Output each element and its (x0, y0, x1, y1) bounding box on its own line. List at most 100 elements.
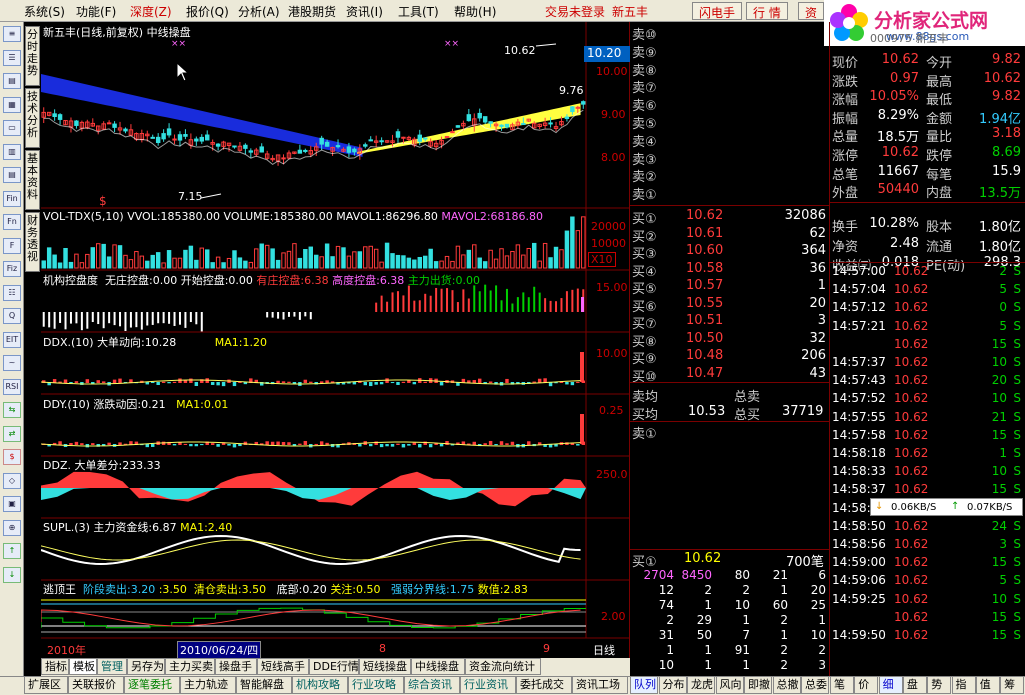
order-tab[interactable]: 分布 (658, 676, 687, 694)
detail-tab[interactable]: 价 (854, 676, 879, 694)
sell-order-row[interactable]: 卖⑩ (632, 24, 657, 43)
sell-order-row[interactable]: 卖⑧ (632, 60, 657, 79)
function-tab[interactable]: 主力轨迹 (180, 676, 236, 694)
volume-bar (423, 255, 428, 269)
order-tab[interactable]: 队列 (630, 676, 658, 694)
menu-info[interactable]: 资讯(I) (346, 3, 383, 20)
detail-tab[interactable]: 势 (927, 676, 952, 694)
function-tab[interactable]: 行业资讯 (460, 676, 516, 694)
toolbar-tool-icon[interactable]: Q (3, 308, 21, 324)
indicator-tab[interactable]: DDE行情 (309, 658, 359, 675)
stock-code-label: 000975 新五丰 (870, 32, 949, 45)
chart-area[interactable]: 新五丰(日线,前复权) 中线操盘 ×× ×× 10.62 7.15 9.76 $… (41, 22, 630, 659)
order-tab[interactable]: 即撤 (744, 676, 772, 694)
toolbar-tool-icon[interactable]: ⇄ (3, 425, 21, 442)
toolbar-tool-icon[interactable]: ▭ (3, 120, 21, 136)
detail-tab[interactable]: 指 (951, 676, 976, 694)
function-tab[interactable]: 扩展区 (24, 676, 68, 694)
indicator-tab[interactable]: 模板 (69, 658, 97, 675)
order-tab[interactable]: 风向 (715, 676, 744, 694)
menu-function[interactable]: 功能(F) (76, 3, 116, 20)
function-tab[interactable]: 资讯工场 (572, 676, 628, 694)
menu-quote[interactable]: 报价(Q) (186, 3, 229, 20)
ddx-bar (281, 381, 286, 383)
toolbar-tool-icon[interactable]: F (3, 237, 21, 254)
toolbar-tool-icon[interactable]: Fin (3, 190, 21, 207)
menu-depth[interactable]: 深度(Z) (130, 3, 172, 20)
toolbar-tool-icon[interactable]: RSI (3, 378, 21, 395)
sell-order-row[interactable]: 卖⑤ (632, 113, 657, 132)
tab-technical[interactable]: 技术分析 (25, 88, 40, 148)
detail-tab[interactable]: 盘 (902, 676, 927, 694)
indicator-tab[interactable]: 中线操盘 (411, 658, 465, 675)
menu-help[interactable]: 帮助(H) (454, 3, 496, 20)
toolbar-tool-icon[interactable]: ☷ (3, 284, 21, 301)
indicator-tab[interactable]: 操盘手 (215, 658, 257, 675)
toolbar-tool-icon[interactable]: ⇆ (3, 402, 21, 418)
market-button[interactable]: 行 情 (746, 2, 788, 20)
toolbar-tool-icon[interactable]: ≡ (3, 26, 21, 42)
toolbar-tool-icon[interactable]: $ (3, 449, 21, 465)
indicator-tab[interactable]: 管理 (97, 658, 127, 675)
indicator-tab[interactable]: 短线高手 (257, 658, 309, 675)
toolbar-tool-icon[interactable]: ◇ (3, 472, 21, 489)
tab-fundamentals[interactable]: 基本资料 (25, 150, 40, 210)
sell-order-row[interactable]: 卖⑨ (632, 42, 657, 61)
order-tab[interactable]: 总委 (801, 676, 829, 694)
toolbar-tool-icon[interactable]: ▤ (3, 73, 21, 89)
toolbar-tool-icon[interactable]: ▤ (3, 167, 21, 183)
toolbar-tool-icon[interactable]: ▦ (3, 96, 21, 113)
info-button[interactable]: 资 (798, 2, 825, 20)
detail-tab[interactable]: 值 (975, 676, 1000, 694)
indicator-tab[interactable]: 资金流向统计 (465, 658, 541, 675)
menu-system[interactable]: 系统(S) (24, 3, 65, 20)
indicator-tab[interactable]: 主力买卖 (165, 658, 215, 675)
function-tab[interactable]: 智能解盘 (236, 676, 292, 694)
function-tab[interactable]: 逐笔委托 (124, 676, 180, 694)
toolbar-tool-icon[interactable]: ▥ (3, 143, 21, 160)
detail-tab[interactable]: 细 (878, 676, 903, 694)
toolbar-tool-icon[interactable]: ▣ (3, 496, 21, 512)
indicator-tab[interactable]: 指标 (41, 658, 69, 675)
period-label[interactable]: 日线 (593, 642, 615, 658)
sell-order-row[interactable]: 卖① (632, 184, 657, 203)
quote-value: 1.94亿 (979, 111, 1021, 127)
detail-tab[interactable]: 笔 (830, 676, 854, 694)
order-tab[interactable]: 龙虎 (687, 676, 715, 694)
sell-order-row[interactable]: 卖⑦ (632, 77, 657, 96)
toolbar-tool-icon[interactable]: Fiz (3, 261, 21, 277)
toolbar-tool-icon[interactable]: EIT (3, 331, 21, 348)
ddx-bar (85, 379, 90, 383)
sell-order-row[interactable]: 卖② (632, 166, 657, 185)
toolbar-tool-icon[interactable]: ~ (3, 355, 21, 371)
function-tab[interactable]: 委托成交 (516, 676, 572, 694)
indicator-tab[interactable]: 另存为 (127, 658, 165, 675)
toolbar-tool-icon[interactable]: Fn (3, 214, 21, 230)
tab-financial[interactable]: 财务透视 (25, 212, 40, 272)
quote-label: 跌停 (926, 149, 953, 164)
menu-tools[interactable]: 工具(T) (398, 3, 439, 20)
sell-order-row[interactable]: 卖⑥ (632, 95, 657, 114)
toolbar-tool-icon[interactable]: ↓ (3, 566, 21, 583)
function-tab[interactable]: 机构攻略 (292, 676, 348, 694)
login-status[interactable]: 交易未登录 (545, 3, 605, 20)
toolbar-tool-icon[interactable]: ☰ (3, 49, 21, 66)
flash-trade-button[interactable]: 闪电手 (692, 2, 743, 20)
function-tab[interactable]: 综合资讯 (404, 676, 460, 694)
function-tab[interactable]: 关联报价 (68, 676, 124, 694)
tab-intraday[interactable]: 分时走势 (25, 26, 40, 86)
menu-analysis[interactable]: 分析(A) (238, 3, 280, 20)
toolbar-tool-icon[interactable]: ⊕ (3, 519, 21, 536)
detail-tab[interactable]: 筹 (1000, 676, 1025, 694)
sell-order-row[interactable]: 卖③ (632, 149, 657, 168)
volume-bar (188, 245, 194, 269)
tick-cell: 15 (991, 336, 1007, 351)
ddy-bar (439, 444, 444, 447)
order-tab[interactable]: 总撤 (772, 676, 801, 694)
sell-order-row[interactable]: 卖④ (632, 131, 657, 150)
menu-hk-futures[interactable]: 港股期货 (288, 3, 336, 20)
toolbar-tool-icon[interactable]: ↑ (3, 543, 21, 559)
indicator-tab[interactable]: 短线操盘 (359, 658, 411, 675)
function-tab[interactable]: 行业攻略 (348, 676, 404, 694)
ddy-bar (183, 443, 188, 445)
